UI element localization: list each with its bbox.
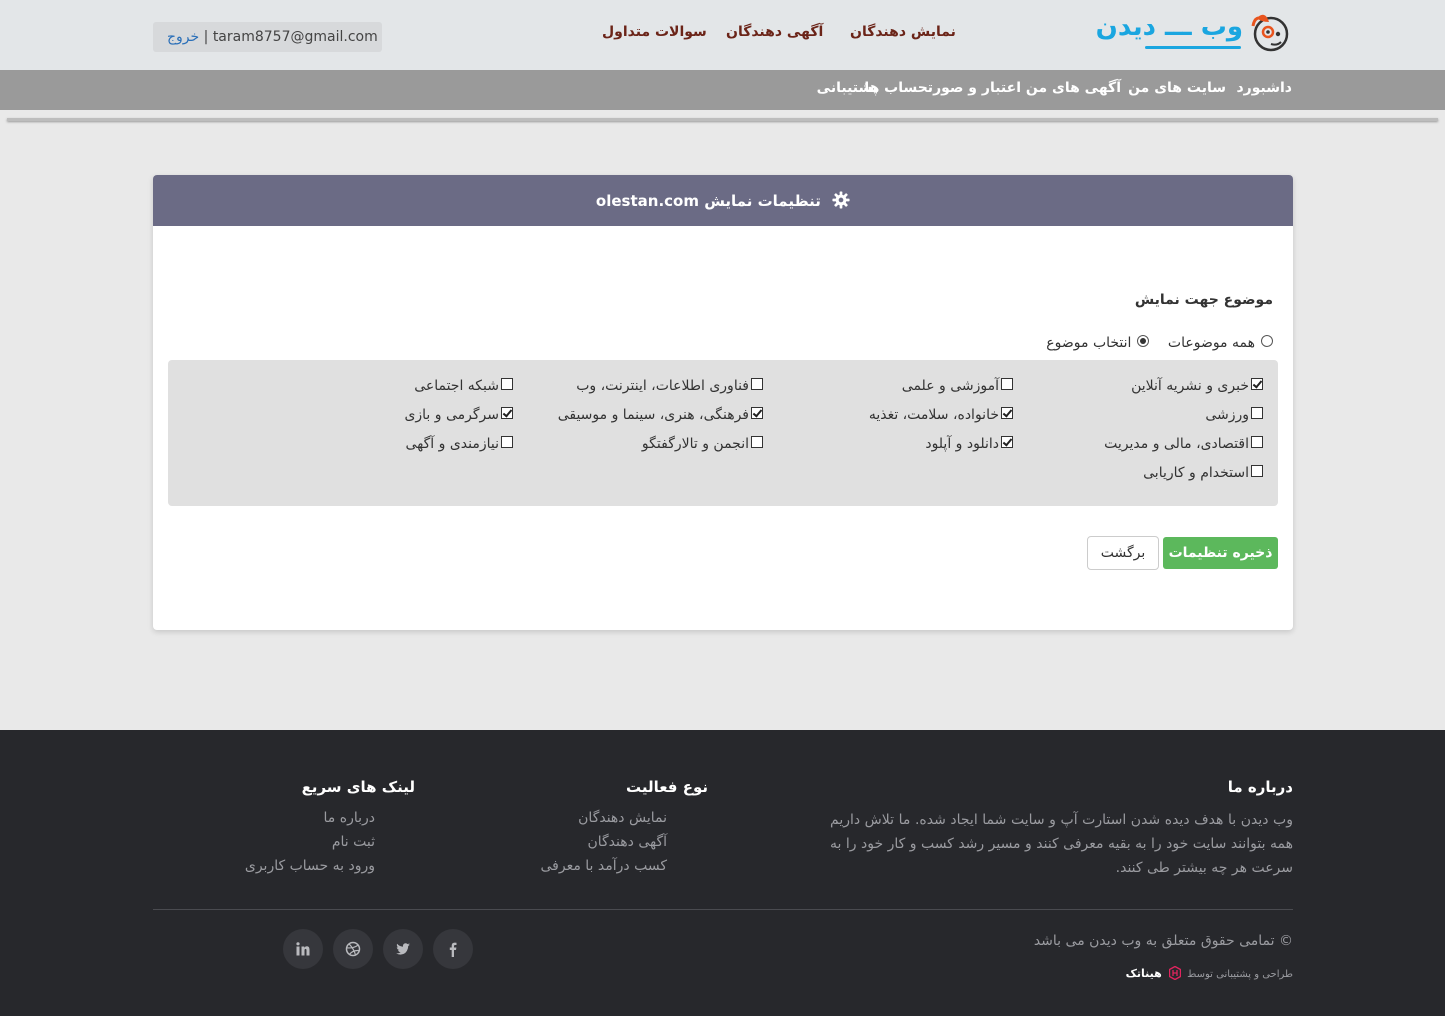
user-separator: | bbox=[203, 29, 209, 45]
topic-economy-label: اقتصادی، مالی و مدیریت bbox=[1104, 436, 1249, 452]
footer-about-title: درباره ما bbox=[1227, 778, 1293, 796]
topic-sports[interactable]: ورزشی bbox=[1205, 407, 1263, 423]
footer-quick-title: لینک های سریع bbox=[301, 778, 415, 796]
topic-sports-label: ورزشی bbox=[1205, 407, 1249, 423]
topic-download-checkbox[interactable] bbox=[1001, 436, 1013, 448]
save-settings-button[interactable]: ذخیره تنظیمات bbox=[1163, 537, 1278, 569]
footer: درباره ما وب دیدن با هدف دیده شدن استارت… bbox=[0, 730, 1445, 1016]
topic-news-checkbox[interactable] bbox=[1251, 378, 1263, 390]
topic-social[interactable]: شبکه اجتماعی bbox=[414, 378, 513, 394]
radio-all-topics-label: همه موضوعات bbox=[1167, 335, 1255, 351]
radio-all-topics[interactable]: همه موضوعات bbox=[1168, 335, 1273, 351]
logout-link[interactable]: خروج bbox=[167, 29, 199, 45]
topic-it[interactable]: فناوری اطلاعات، اینترنت، وب bbox=[576, 378, 763, 394]
radio-select-topic-control[interactable] bbox=[1137, 335, 1150, 347]
facebook-button[interactable] bbox=[433, 929, 473, 969]
topic-it-checkbox[interactable] bbox=[751, 378, 763, 390]
footer-divider bbox=[153, 909, 1293, 910]
twitter-icon bbox=[396, 943, 410, 955]
user-box: خروج | taram8757@gmail.com bbox=[153, 22, 382, 52]
topic-download-label: دانلود و آپلود bbox=[925, 436, 999, 452]
topics-box: خبری و نشریه آنلاین ورزشی اقتصادی، مالی … bbox=[168, 360, 1278, 506]
footer-link-about[interactable]: درباره ما bbox=[324, 810, 375, 826]
facebook-icon bbox=[449, 942, 457, 957]
topic-forum-label: انجمن و تالارگفتگو bbox=[641, 436, 749, 452]
twitter-button[interactable] bbox=[383, 929, 423, 969]
settings-panel: تنظیمات نمایش olestan.com موضوع جهت نمای… bbox=[153, 175, 1293, 630]
footer-activity-title: نوع فعالیت bbox=[625, 778, 708, 796]
topic-classifieds-label: نیازمندی و آگهی bbox=[405, 436, 499, 452]
topic-news[interactable]: خبری و نشریه آنلاین bbox=[1131, 378, 1263, 394]
user-email: taram8757@gmail.com bbox=[212, 29, 378, 45]
topic-classifieds-checkbox[interactable] bbox=[501, 436, 513, 448]
topic-economy-checkbox[interactable] bbox=[1251, 436, 1263, 448]
nav-dashboard[interactable]: داشبورد bbox=[1237, 80, 1293, 96]
topnav-faq[interactable]: سوالات متداول bbox=[602, 24, 707, 40]
topic-download[interactable]: دانلود و آپلود bbox=[925, 436, 1013, 452]
topic-jobs-checkbox[interactable] bbox=[1251, 465, 1263, 477]
copyright-text: © تمامی حقوق متعلق به وب دیدن می باشد bbox=[1033, 933, 1293, 949]
topic-culture[interactable]: فرهنگی، هنری، سینما و موسیقی bbox=[558, 407, 763, 423]
topic-education-checkbox[interactable] bbox=[1001, 378, 1013, 390]
radio-select-topic[interactable]: انتخاب موضوع bbox=[1046, 335, 1150, 351]
topic-family-checkbox[interactable] bbox=[1001, 407, 1013, 419]
topnav-displayers[interactable]: نمایش دهندگان bbox=[850, 24, 956, 40]
linkedin-icon bbox=[296, 942, 310, 956]
topic-education-label: آموزشی و علمی bbox=[901, 378, 999, 394]
topic-games[interactable]: سرگرمی و بازی bbox=[404, 407, 513, 423]
radio-select-topic-label: انتخاب موضوع bbox=[1046, 335, 1132, 351]
nav-credit-invoices[interactable]: اعتبار و صورتحساب ها bbox=[864, 80, 1021, 96]
linkedin-button[interactable] bbox=[283, 929, 323, 969]
topnav-advertisers[interactable]: آگهی دهندگان bbox=[726, 24, 823, 40]
topic-culture-checkbox[interactable] bbox=[751, 407, 763, 419]
topic-education[interactable]: آموزشی و علمی bbox=[902, 378, 1013, 394]
topic-classifieds[interactable]: نیازمندی و آگهی bbox=[405, 436, 513, 452]
main-nav: داشبورد سایت های من آگهی های من اعتبار و… bbox=[0, 70, 1445, 110]
logo-face-icon bbox=[1251, 14, 1289, 52]
topic-social-checkbox[interactable] bbox=[501, 378, 513, 390]
topic-social-label: شبکه اجتماعی bbox=[414, 378, 499, 394]
nav-my-sites[interactable]: سایت های من bbox=[1128, 80, 1226, 96]
footer-about-text: وب دیدن با هدف دیده شدن استارت آپ و سایت… bbox=[830, 812, 1293, 876]
topic-family-label: خانواده، سلامت، تغذیه bbox=[868, 407, 999, 423]
footer-link-login[interactable]: ورود به حساب کاربری bbox=[245, 858, 375, 874]
topic-jobs[interactable]: استخدام و کاریابی bbox=[1143, 465, 1263, 481]
topic-economy[interactable]: اقتصادی، مالی و مدیریت bbox=[1104, 436, 1263, 452]
nav-support[interactable]: پشتیبانی bbox=[817, 80, 878, 96]
topic-games-label: سرگرمی و بازی bbox=[404, 407, 499, 423]
gear-icon bbox=[832, 191, 850, 209]
topic-culture-label: فرهنگی، هنری، سینما و موسیقی bbox=[557, 407, 749, 423]
topic-sports-checkbox[interactable] bbox=[1251, 407, 1263, 419]
topic-forum[interactable]: انجمن و تالارگفتگو bbox=[642, 436, 763, 452]
topic-jobs-label: استخدام و کاریابی bbox=[1143, 465, 1249, 481]
footer-link-displayers[interactable]: نمایش دهندگان bbox=[578, 810, 667, 826]
panel-title: تنظیمات نمایش olestan.com bbox=[595, 192, 821, 210]
footer-link-advertisers[interactable]: آگهی دهندگان bbox=[587, 834, 667, 850]
credit-brand[interactable]: هیناتک bbox=[1126, 967, 1162, 980]
panel-header: تنظیمات نمایش olestan.com bbox=[153, 175, 1293, 226]
credit-prefix: طراحی و پشتیبانی توسط bbox=[1187, 969, 1293, 980]
logo-text: وب ـــ دیدن bbox=[1095, 12, 1243, 42]
site-logo[interactable]: وب ـــ دیدن bbox=[1096, 10, 1293, 54]
design-credit: طراحی و پشتیبانی توسط هیناتک bbox=[1126, 966, 1293, 980]
radio-all-topics-control[interactable] bbox=[1261, 335, 1273, 347]
back-button[interactable]: برگشت bbox=[1087, 536, 1159, 570]
top-header: وب ـــ دیدن نمایش دهندگان آگهی دهندگان س… bbox=[0, 0, 1445, 70]
topic-games-checkbox[interactable] bbox=[501, 407, 513, 419]
footer-link-earn-referral[interactable]: کسب درآمد با معرفی bbox=[541, 858, 668, 874]
footer-link-register[interactable]: ثبت نام bbox=[332, 834, 375, 850]
topic-mode-radios: همه موضوعات انتخاب موضوع bbox=[1032, 335, 1273, 351]
topic-family[interactable]: خانواده، سلامت، تغذیه bbox=[869, 407, 1013, 423]
dribbble-icon bbox=[345, 941, 361, 957]
topic-forum-checkbox[interactable] bbox=[751, 436, 763, 448]
topic-it-label: فناوری اطلاعات، اینترنت، وب bbox=[576, 378, 749, 394]
nav-shadow-divider bbox=[7, 118, 1438, 121]
dribbble-button[interactable] bbox=[333, 929, 373, 969]
logo-underline bbox=[1145, 46, 1241, 49]
section-label: موضوع جهت نمایش bbox=[1134, 292, 1273, 308]
hinatech-logo-icon bbox=[1168, 966, 1181, 980]
nav-my-ads[interactable]: آگهی های من bbox=[1026, 80, 1121, 96]
panel-title-row: تنظیمات نمایش olestan.com bbox=[153, 191, 1293, 210]
topic-news-label: خبری و نشریه آنلاین bbox=[1131, 378, 1249, 394]
